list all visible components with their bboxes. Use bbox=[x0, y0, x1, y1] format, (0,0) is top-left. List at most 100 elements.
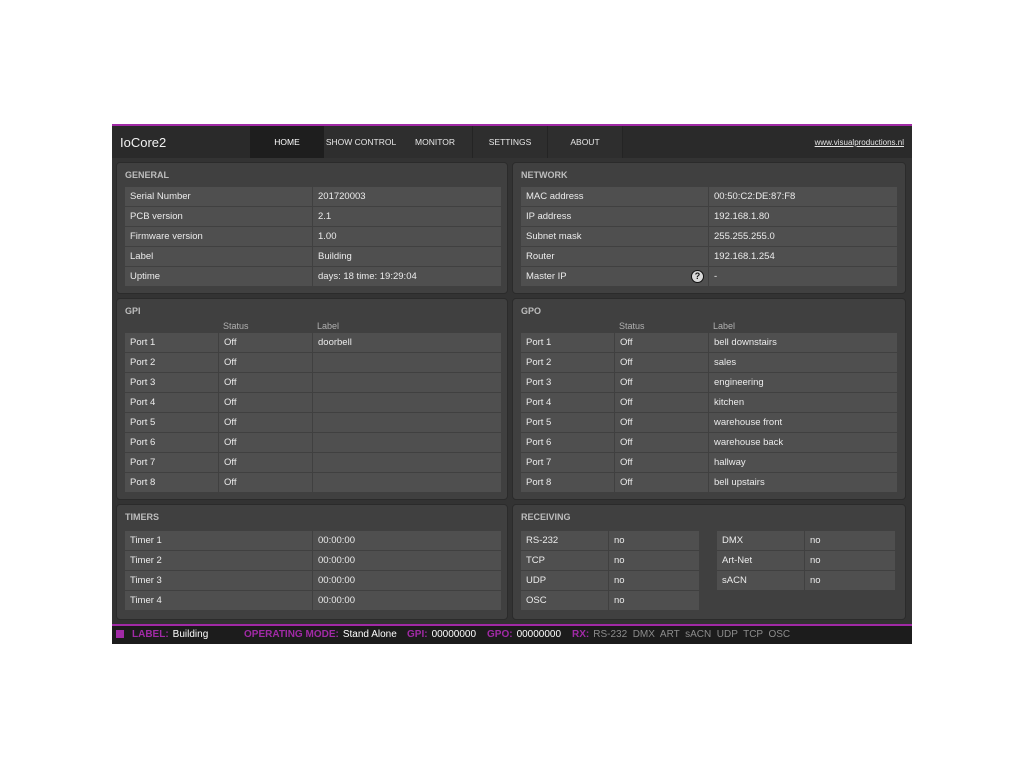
gpi-port: Port 2 bbox=[125, 353, 218, 372]
receiving-status: no bbox=[609, 571, 699, 590]
general-panel-title: GENERAL bbox=[125, 170, 170, 180]
website-link[interactable]: www.visualproductions.nl bbox=[815, 138, 904, 147]
timer-label: Timer 4 bbox=[125, 591, 312, 610]
app-title: IoCore2 bbox=[120, 135, 167, 150]
network-panel: NETWORK MAC address 00:50:C2:DE:87:F8 IP… bbox=[512, 162, 906, 294]
receiving-status: no bbox=[609, 531, 699, 550]
gpi-label-header: Label bbox=[317, 321, 340, 331]
timer-value: 00:00:00 bbox=[313, 571, 501, 590]
timer-value: 00:00:00 bbox=[313, 551, 501, 570]
receiving-status: no bbox=[805, 551, 895, 570]
network-row-value: 192.168.1.80 bbox=[709, 207, 897, 226]
gpo-label: kitchen bbox=[709, 393, 897, 412]
gpo-status: Off bbox=[615, 393, 708, 412]
timer-label: Timer 2 bbox=[125, 551, 312, 570]
receiving-protocol: TCP bbox=[521, 551, 608, 570]
tab-settings[interactable]: SETTINGS bbox=[473, 126, 548, 158]
gpi-label bbox=[313, 393, 501, 412]
receiving-status: no bbox=[805, 531, 895, 550]
receiving-status: no bbox=[609, 591, 699, 610]
gpi-label bbox=[313, 413, 501, 432]
gpo-port: Port 3 bbox=[521, 373, 614, 392]
timer-value: 00:00:00 bbox=[313, 531, 501, 550]
general-panel: GENERAL Serial Number 201720003 PCB vers… bbox=[116, 162, 508, 294]
gpi-label bbox=[313, 373, 501, 392]
gpi-port: Port 3 bbox=[125, 373, 218, 392]
network-row-value: - bbox=[709, 267, 897, 286]
gpi-panel-title: GPI bbox=[125, 306, 141, 316]
status-mode-value: Stand Alone bbox=[342, 629, 397, 640]
gpi-port: Port 8 bbox=[125, 473, 218, 492]
general-row-value: 201720003 bbox=[313, 187, 501, 206]
status-bar: LABEL: Building OPERATING MODE: Stand Alon… bbox=[112, 624, 912, 644]
gpo-port: Port 6 bbox=[521, 433, 614, 452]
question-circle-icon[interactable]: ? bbox=[691, 270, 704, 283]
tab-about[interactable]: ABOUT bbox=[548, 126, 623, 158]
gpi-port: Port 1 bbox=[125, 333, 218, 352]
receiving-panel-title: RECEIVING bbox=[521, 512, 571, 522]
gpi-status: Off bbox=[219, 353, 312, 372]
status-label: LABEL: Building bbox=[132, 626, 208, 644]
gpo-status: Off bbox=[615, 353, 708, 372]
general-row-label: Serial Number bbox=[125, 187, 312, 206]
timers-panel-title: TIMERS bbox=[125, 512, 160, 522]
gpi-port: Port 4 bbox=[125, 393, 218, 412]
gpo-panel-title: GPO bbox=[521, 306, 542, 316]
network-row-label: IP address bbox=[521, 207, 708, 226]
status-mode-key: OPERATING MODE: bbox=[244, 629, 339, 640]
master-ip-label: Master IP bbox=[526, 271, 567, 282]
gpi-label bbox=[313, 353, 501, 372]
gpi-status: Off bbox=[219, 373, 312, 392]
receiving-protocol: Art-Net bbox=[717, 551, 804, 570]
receiving-protocol: sACN bbox=[717, 571, 804, 590]
timer-value: 00:00:00 bbox=[313, 591, 501, 610]
receiving-protocol: DMX bbox=[717, 531, 804, 550]
status-label-value: Building bbox=[172, 629, 209, 640]
gpi-status: Off bbox=[219, 393, 312, 412]
gpo-status: Off bbox=[615, 333, 708, 352]
status-operating-mode: OPERATING MODE: Stand Alone bbox=[244, 626, 397, 644]
tab-monitor[interactable]: MONITOR bbox=[398, 126, 473, 158]
status-rx-key: RX: bbox=[572, 629, 590, 640]
gpo-status: Off bbox=[615, 453, 708, 472]
gpi-label bbox=[313, 453, 501, 472]
gpo-label: bell downstairs bbox=[709, 333, 897, 352]
gpo-port: Port 5 bbox=[521, 413, 614, 432]
gpo-label: bell upstairs bbox=[709, 473, 897, 492]
gpi-status: Off bbox=[219, 433, 312, 452]
general-row-label: Uptime bbox=[125, 267, 312, 286]
general-row-label: Firmware version bbox=[125, 227, 312, 246]
general-row-value: days: 18 time: 19:29:04 bbox=[313, 267, 501, 286]
gpi-port: Port 6 bbox=[125, 433, 218, 452]
gpi-status-header: Status bbox=[223, 321, 249, 331]
general-row-label: Label bbox=[125, 247, 312, 266]
top-navigation-bar: IoCore2 HOME SHOW CONTROL MONITOR SETTIN… bbox=[112, 126, 912, 158]
gpo-port: Port 4 bbox=[521, 393, 614, 412]
tab-home[interactable]: HOME bbox=[250, 126, 325, 158]
network-row-value: 255.255.255.0 bbox=[709, 227, 897, 246]
network-row-value: 192.168.1.254 bbox=[709, 247, 897, 266]
gpo-label: hallway bbox=[709, 453, 897, 472]
receiving-protocol: RS-232 bbox=[521, 531, 608, 550]
app-window: IoCore2 HOME SHOW CONTROL MONITOR SETTIN… bbox=[112, 124, 912, 644]
timer-label: Timer 3 bbox=[125, 571, 312, 590]
gpo-label: engineering bbox=[709, 373, 897, 392]
gpi-port: Port 7 bbox=[125, 453, 218, 472]
gpi-status: Off bbox=[219, 413, 312, 432]
network-row-label: Router bbox=[521, 247, 708, 266]
status-gpi-value: 00000000 bbox=[431, 629, 477, 640]
network-panel-title: NETWORK bbox=[521, 170, 568, 180]
tab-show-control[interactable]: SHOW CONTROL bbox=[324, 126, 399, 158]
gpi-status: Off bbox=[219, 453, 312, 472]
gpo-status: Off bbox=[615, 413, 708, 432]
gpo-label-header: Label bbox=[713, 321, 736, 331]
receiving-protocol: UDP bbox=[521, 571, 608, 590]
general-row-label: PCB version bbox=[125, 207, 312, 226]
gpo-label: warehouse back bbox=[709, 433, 897, 452]
gpo-port: Port 8 bbox=[521, 473, 614, 492]
gpo-port: Port 7 bbox=[521, 453, 614, 472]
status-rx: RX: RS-232 DMX ART sACN UDP TCP OSC bbox=[572, 626, 790, 644]
status-gpi: GPI: 00000000 bbox=[407, 626, 476, 644]
gpo-status: Off bbox=[615, 433, 708, 452]
receiving-status: no bbox=[805, 571, 895, 590]
